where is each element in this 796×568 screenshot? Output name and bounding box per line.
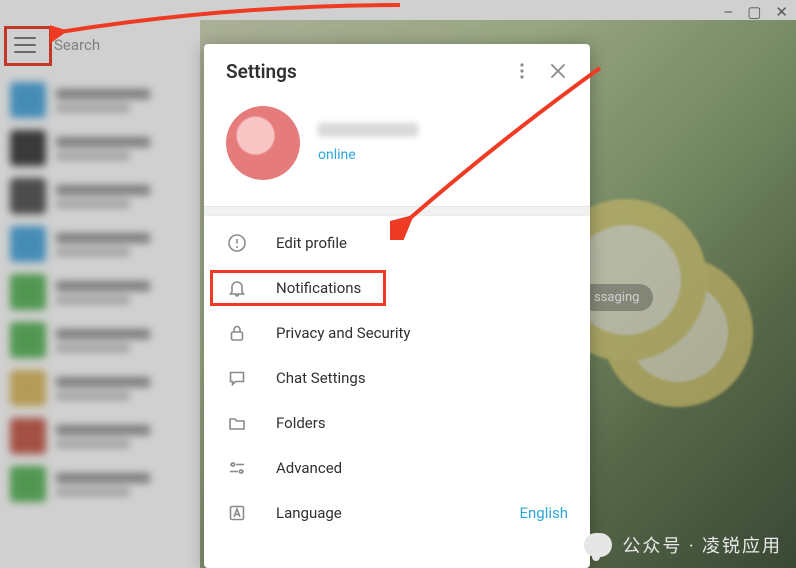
- menu-item-label: Language: [276, 504, 491, 522]
- menu-item-label: Chat Settings: [276, 369, 568, 387]
- menu-item-edit-profile[interactable]: Edit profile: [204, 220, 590, 265]
- watermark-text: 公众号 · 凌锐应用: [622, 532, 782, 558]
- profile-name: [318, 123, 418, 137]
- avatar[interactable]: [226, 106, 300, 180]
- profile-section: online: [204, 98, 590, 206]
- profile-info: online: [318, 123, 418, 163]
- notifications-icon: [226, 277, 248, 299]
- settings-modal: Settings online Edit profile Notification…: [204, 44, 590, 568]
- watermark: 公众号 · 凌锐应用: [584, 532, 782, 558]
- chat-settings-icon: [226, 367, 248, 389]
- menu-item-label: Notifications: [276, 279, 568, 297]
- menu-item-label: Edit profile: [276, 234, 568, 252]
- advanced-icon: [226, 457, 248, 479]
- settings-menu: Edit profile Notifications Privacy and Sec…: [204, 216, 590, 539]
- menu-item-label: Privacy and Security: [276, 324, 568, 342]
- kebab-icon: [520, 63, 524, 79]
- settings-title: Settings: [226, 60, 504, 83]
- menu-item-folders[interactable]: Folders: [204, 400, 590, 445]
- menu-item-notifications[interactable]: Notifications: [204, 265, 590, 310]
- profile-status: online: [318, 147, 418, 163]
- close-icon: [551, 64, 565, 78]
- privacy-icon: [226, 322, 248, 344]
- edit-profile-icon: [226, 232, 248, 254]
- menu-item-language[interactable]: Language English: [204, 490, 590, 535]
- folders-icon: [226, 412, 248, 434]
- language-icon: [226, 502, 248, 524]
- settings-header: Settings: [204, 44, 590, 98]
- menu-item-advanced[interactable]: Advanced: [204, 445, 590, 490]
- menu-item-chat-settings[interactable]: Chat Settings: [204, 355, 590, 400]
- menu-item-label: Folders: [276, 414, 568, 432]
- more-button[interactable]: [504, 53, 540, 89]
- menu-item-value: English: [519, 504, 568, 522]
- menu-item-privacy[interactable]: Privacy and Security: [204, 310, 590, 355]
- speech-bubble-icon: [584, 533, 612, 557]
- menu-item-label: Advanced: [276, 459, 568, 477]
- close-button[interactable]: [540, 53, 576, 89]
- divider: [204, 206, 590, 216]
